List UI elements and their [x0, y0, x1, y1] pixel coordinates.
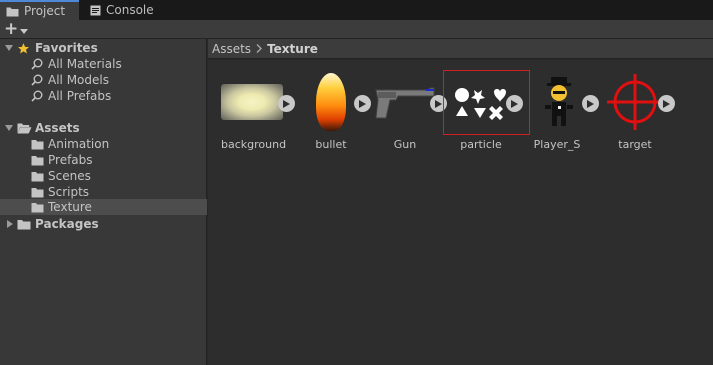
tab-project-label: Project — [24, 4, 66, 18]
asset-label: Player_S — [533, 138, 581, 151]
asset-background[interactable] — [221, 71, 283, 133]
breadcrumb-texture[interactable]: Texture — [267, 42, 318, 56]
asset-grid: background bullet Gun particle Player_S … — [208, 60, 713, 365]
folder-icon — [31, 187, 44, 198]
tree-assets-label: Assets — [35, 121, 80, 135]
tree-folder-prefabs[interactable]: Prefabs — [0, 152, 207, 168]
tab-project[interactable]: Project — [0, 0, 79, 20]
folder-icon — [31, 155, 44, 166]
folder-icon — [6, 6, 19, 17]
star-icon — [17, 42, 30, 55]
asset-bullet[interactable] — [314, 71, 348, 133]
tree-item-label: Animation — [48, 137, 110, 151]
asset-label: Gun — [393, 138, 417, 151]
asset-particle[interactable] — [450, 71, 512, 133]
folder-icon — [31, 139, 44, 150]
tree-item-all-prefabs[interactable]: All Prefabs — [0, 88, 207, 104]
expand-play-icon[interactable] — [278, 95, 295, 112]
console-icon — [90, 5, 101, 16]
expand-play-icon[interactable] — [506, 95, 523, 112]
search-icon — [31, 58, 43, 70]
search-icon — [31, 90, 43, 102]
expand-play-icon[interactable] — [658, 95, 675, 112]
tree-item-all-materials[interactable]: All Materials — [0, 56, 207, 72]
tree-packages[interactable]: Packages — [0, 216, 207, 232]
search-icon — [31, 74, 43, 86]
expand-play-icon[interactable] — [354, 95, 371, 112]
expand-arrow-icon[interactable] — [5, 124, 13, 132]
background-texture-icon — [221, 84, 283, 120]
gun-icon — [375, 87, 435, 119]
tree-folder-scripts[interactable]: Scripts — [0, 184, 207, 200]
asset-label: background — [221, 138, 287, 151]
asset-gun[interactable] — [374, 71, 436, 133]
tree-item-all-models[interactable]: All Models — [0, 72, 207, 88]
project-tree: Favorites All Materials All Models All P… — [0, 39, 207, 365]
tab-bar: Project Console — [0, 0, 713, 20]
tree-item-label: Prefabs — [48, 153, 93, 167]
plus-icon: + — [4, 19, 19, 39]
tree-item-label: Scripts — [48, 185, 90, 199]
tree-packages-label: Packages — [35, 217, 99, 231]
tree-item-label: All Models — [48, 73, 109, 87]
asset-label: particle — [460, 138, 502, 151]
tree-assets[interactable]: Assets — [0, 120, 207, 136]
expand-arrow-icon[interactable] — [5, 44, 13, 52]
collapse-arrow-icon[interactable] — [6, 220, 14, 228]
breadcrumb-assets[interactable]: Assets — [212, 42, 251, 56]
folder-icon — [31, 202, 44, 213]
tree-item-label: All Prefabs — [48, 89, 112, 103]
tree-favorites-label: Favorites — [35, 41, 98, 55]
add-asset-button[interactable]: + — [4, 21, 34, 38]
asset-player-s[interactable] — [528, 71, 590, 133]
particle-shapes-icon — [455, 88, 506, 120]
asset-target[interactable] — [604, 71, 666, 133]
tree-folder-animation[interactable]: Animation — [0, 136, 207, 152]
tree-item-label: Scenes — [48, 169, 91, 183]
tree-folder-scenes[interactable]: Scenes — [0, 168, 207, 184]
breadcrumb: Assets Texture — [208, 39, 713, 59]
folder-open-icon — [17, 122, 32, 134]
player-character-icon — [545, 77, 573, 126]
asset-label: target — [618, 138, 652, 151]
crosshair-target-icon — [607, 74, 663, 130]
asset-label: bullet — [315, 138, 347, 151]
tab-console[interactable]: Console — [86, 0, 176, 20]
expand-play-icon[interactable] — [582, 95, 599, 112]
folder-icon — [17, 219, 31, 230]
tree-item-label: Texture — [48, 200, 92, 214]
tree-favorites[interactable]: Favorites — [0, 40, 207, 56]
folder-icon — [31, 171, 44, 182]
project-toolbar: + — [0, 20, 713, 39]
chevron-right-icon — [256, 44, 262, 53]
tab-console-label: Console — [106, 3, 154, 17]
tree-folder-texture[interactable]: Texture — [0, 199, 207, 215]
tree-item-label: All Materials — [48, 57, 122, 71]
caret-down-icon — [20, 23, 28, 37]
bullet-flame-icon — [316, 73, 346, 131]
